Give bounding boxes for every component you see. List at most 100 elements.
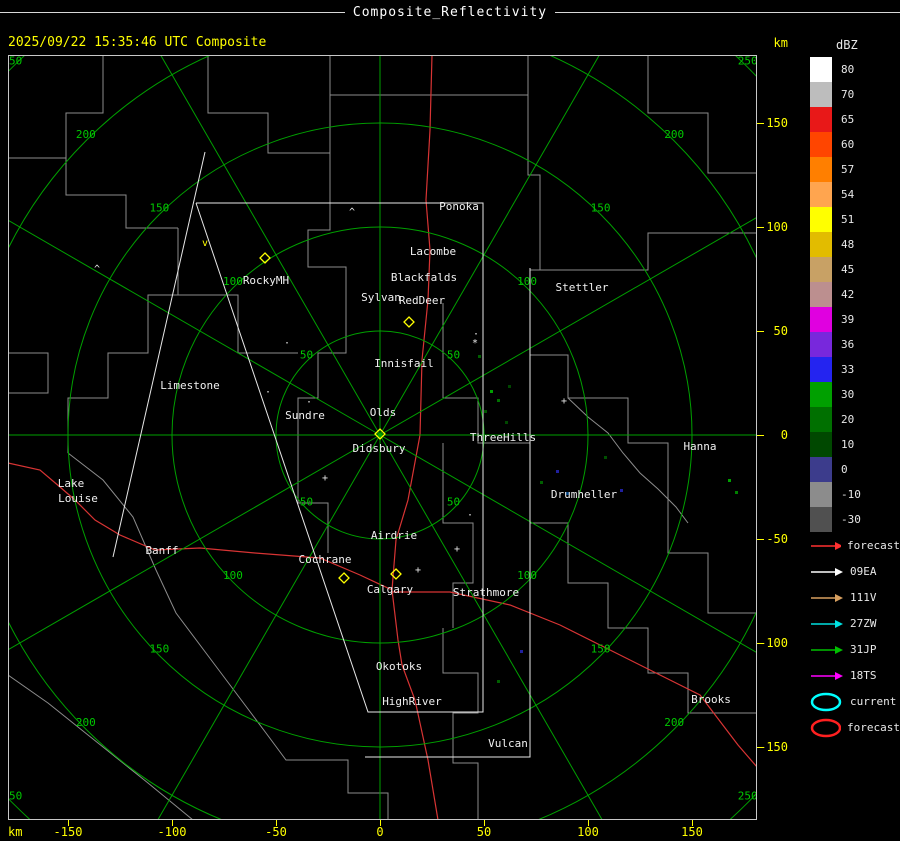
radar-viewer: { "title": "Composite_Reflectivity", "ti… [0, 0, 900, 841]
legend-item: 18TS [810, 663, 900, 688]
colorbar-entry: 36 [810, 332, 900, 357]
county-boundary-line [7, 674, 194, 821]
county-boundary-line [67, 228, 179, 453]
colorbar-value: 57 [841, 163, 855, 176]
coverage-outline [112, 151, 531, 758]
bottom-axis-label: 150 [681, 825, 703, 839]
colorbar-entry: 42 [810, 282, 900, 307]
station-marker: + [322, 473, 328, 484]
station-marker: v [202, 238, 208, 249]
range-label: 250 [8, 790, 22, 803]
colorbar-value: 54 [841, 188, 855, 201]
right-axis-tick [757, 123, 764, 124]
colorbar-swatch [810, 207, 832, 232]
bottom-axis-tick [484, 820, 485, 826]
range-label: 100 [223, 275, 243, 288]
colorbar-entry: 65 [810, 107, 900, 132]
county-boundary-line [307, 55, 347, 303]
colorbar-entry: 51 [810, 207, 900, 232]
range-label: 50 [447, 496, 460, 509]
legend-arrow-icon [811, 645, 843, 654]
colorbar-value: 48 [841, 238, 855, 251]
legend-label: 09EA [850, 565, 877, 578]
range-label: 200 [664, 128, 684, 141]
colorbar-swatch [810, 507, 832, 532]
legend-item: 27ZW [810, 611, 900, 636]
colorbar-value: 20 [841, 413, 855, 426]
station-marker: · [306, 397, 312, 408]
city-label: Vulcan [488, 737, 528, 750]
colorbar-value: 10 [841, 438, 855, 451]
echo-pixel [556, 470, 559, 473]
city-label: Drumheller [551, 488, 618, 501]
city-label: Cochrane [299, 553, 352, 566]
legend: forecast 09EA 111V 27ZW 31JP 18TS current forec… [810, 533, 900, 740]
echo-pixel [728, 479, 731, 482]
range-label: 250 [738, 790, 757, 803]
city-label: Louise [58, 492, 98, 505]
coverage-line [365, 268, 531, 758]
county-boundary-line [530, 354, 669, 483]
colorbar-value: 33 [841, 363, 855, 376]
legend-item: forecast [810, 715, 900, 740]
colorbar-entry: 45 [810, 257, 900, 282]
colorbar-value: 70 [841, 88, 855, 101]
echo-pixel [490, 390, 493, 393]
colorbar-entry: 60 [810, 132, 900, 157]
bottom-axis-label: -100 [157, 825, 187, 839]
city-label: Airdrie [371, 529, 417, 542]
colorbar-value: 80 [841, 63, 855, 76]
echo-pixel [735, 491, 738, 494]
city-label: Sundre [285, 409, 325, 422]
title-rule-left [0, 11, 345, 13]
city-label: Stettler [556, 281, 609, 294]
city-label: Okotoks [376, 660, 422, 673]
echo-pixel [478, 355, 481, 358]
colorbar-entry: 48 [810, 232, 900, 257]
city-label: ThreeHills [470, 431, 536, 444]
legend-label: forecast [847, 539, 900, 552]
legend-item: 31JP [810, 637, 900, 662]
right-axis-tick [757, 435, 764, 436]
legend-item: forecast [810, 533, 900, 558]
city-label: Blackfalds [391, 271, 457, 284]
colorbar-value: -30 [841, 513, 861, 526]
city-label: Strathmore [453, 586, 519, 599]
station-marker: + [454, 544, 460, 555]
city-label: Banff [145, 544, 178, 557]
colorbar-swatch [810, 132, 832, 157]
colorbar-entry: 70 [810, 82, 900, 107]
legend-item: 111V [810, 585, 900, 610]
city-label: Lake [58, 477, 85, 490]
county-boundary-line [442, 628, 479, 820]
colorbar-entry: 33 [810, 357, 900, 382]
right-axis-tick [757, 331, 764, 332]
colorbar-swatch [810, 57, 832, 82]
echo-pixel [604, 456, 607, 459]
bottom-axis-label: 0 [376, 825, 384, 839]
bottom-axis-tick [276, 820, 277, 826]
range-label: 200 [664, 716, 684, 729]
colorbar-swatch [810, 457, 832, 482]
county-boundary-line [67, 452, 306, 761]
city-label: Innisfail [374, 357, 434, 370]
colorbar-swatch [810, 107, 832, 132]
station-marker: · [265, 387, 271, 398]
echo-pixel [497, 399, 500, 402]
echo-pixel [508, 385, 511, 388]
range-label: 250 [738, 55, 757, 67]
range-ring-labels: 50 100 150 200 250 50 100 150 200 250 50 100 150 200 2… [2, 54, 757, 803]
colorbar-value: 42 [841, 288, 855, 301]
colorbar-value: -10 [841, 488, 861, 501]
bottom-axis-tick [380, 820, 381, 826]
right-axis-tick [757, 539, 764, 540]
legend-ellipse-icon [810, 718, 842, 737]
colorbar-value: 39 [841, 313, 855, 326]
city-label: Hanna [683, 440, 716, 453]
radar-echoes [478, 355, 738, 683]
city-label: Didsbury [353, 442, 406, 455]
colorbar-entry: 20 [810, 407, 900, 432]
km-axis-label-top: km [773, 36, 788, 50]
titlebar: Composite_Reflectivity [0, 4, 900, 20]
station-marker: ^ [349, 207, 355, 218]
